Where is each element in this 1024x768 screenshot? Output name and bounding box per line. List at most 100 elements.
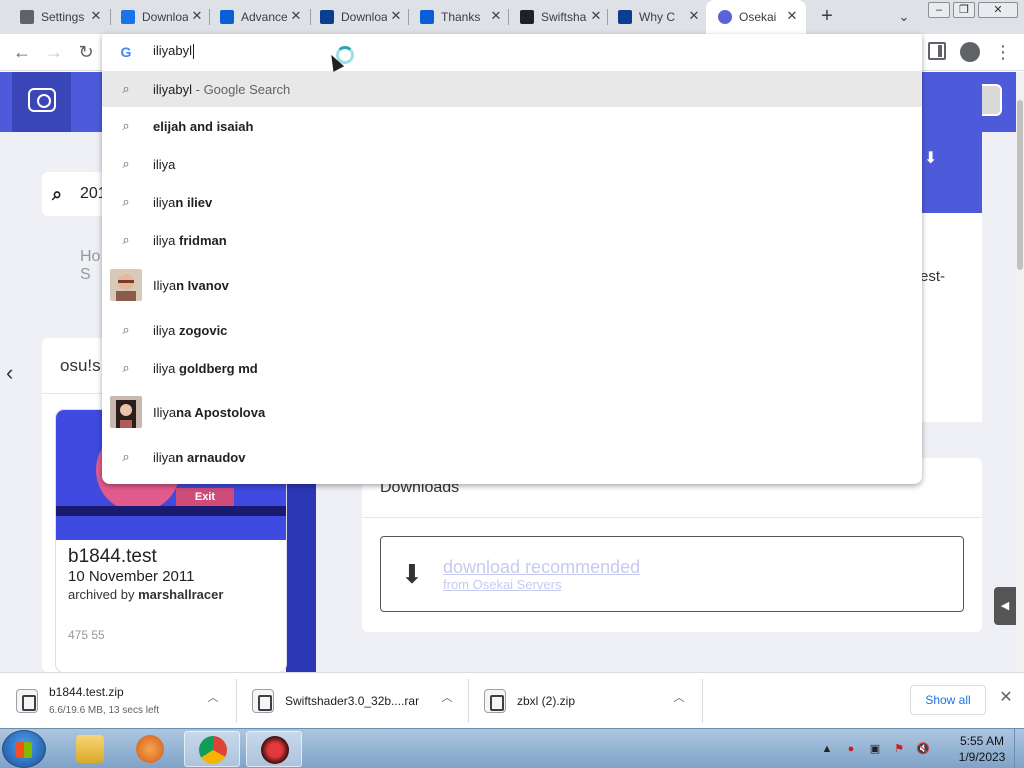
suggestion-text: iliya goldberg md [153,360,258,376]
tab-thanks[interactable]: Thanks ✕ [400,0,510,34]
chevron-up-icon[interactable]: ︿ [440,691,454,705]
search-icon: ⌕ [122,322,130,337]
chevron-left-icon[interactable]: ‹ [6,360,13,386]
chrome-taskbar-button[interactable] [184,731,240,767]
clock-date: 1/9/2023 [958,750,1006,764]
osekai-icon [718,10,732,24]
tab-title: Settings [41,10,85,24]
suggestion-text: Iliyana Apostolova [153,404,266,420]
explorer-taskbar-button[interactable] [62,731,118,767]
tab-title: Download [341,10,387,24]
suggestion-item[interactable]: ⌕ iliya goldberg md [102,349,922,387]
menu-icon[interactable]: ⋮ [993,40,1013,64]
chevron-up-icon[interactable]: ︿ [206,691,220,705]
suggestion-item[interactable]: ⌕ iliyan iliev [102,183,922,221]
restore-icon[interactable]: ❐ [953,2,975,18]
tab-advanced[interactable]: Advanced ✕ [200,0,310,34]
search-icon: ⌕ [122,156,130,171]
chevron-left-icon[interactable]: ◀ [994,587,1016,625]
suggestion-text: iliyan iliev [153,194,213,210]
start-button[interactable] [2,730,46,768]
settings-icon [20,10,34,24]
clock[interactable]: 5:55 AM 1/9/2023 [950,733,1014,765]
new-tab-icon[interactable]: + [817,6,837,26]
chevron-up-icon[interactable]: ︿ [672,691,686,705]
tab-download[interactable]: Download ✕ [300,0,410,34]
close-icon[interactable]: ✕ [998,690,1014,706]
flag-icon[interactable]: ⚑ [892,742,906,756]
show-desktop-button[interactable] [1014,729,1024,768]
suggestion-text: iliyabyl - Google Search [153,81,291,97]
security-icon[interactable]: ● [844,742,858,756]
show-all-button[interactable]: Show all [910,685,986,715]
tab-osekai[interactable]: Osekai ✕ [706,0,806,34]
suggestion-text: iliya zogovic [153,322,228,338]
thumbnail-exit-label: Exit [176,488,234,506]
forward-icon[interactable]: → [42,40,66,64]
tab-title: Swiftshader [541,10,587,24]
download-link[interactable]: download recommended [443,557,640,578]
address-bar[interactable]: G iliyabyl [102,34,922,71]
suggestion-text: iliya [153,156,176,172]
suggestion-item[interactable]: Iliyan Ivanov [102,259,922,311]
download-shelf: b1844.test.zip 6.6/19.6 MB, 13 secs left… [0,672,1024,728]
tab-title: Advanced [241,10,287,24]
tab-title: Downloads [142,10,188,24]
osekai-logo[interactable] [12,72,71,132]
download-item[interactable]: Swiftshader3.0_32b....rar ︿ [236,673,468,729]
network-icon[interactable]: ▣ [868,742,882,756]
download-item[interactable]: zbxl (2).zip ︿ [468,673,700,729]
window-close-icon[interactable]: ✕ [978,2,1018,18]
thumbnail-caption-bar [56,506,286,516]
suggestion-text: iliyan arnaudov [153,449,246,465]
person-avatar-image [110,396,142,428]
search-icon: ⌕ [52,184,63,204]
download-name: Swiftshader3.0_32b....rar [285,694,420,708]
download-recommended-button[interactable]: ⬇ download recommended from Osekai Serve… [380,536,964,612]
back-icon[interactable]: ← [10,40,34,64]
suggestion-item[interactable]: ⌕ iliya fridman [102,221,922,259]
beatmap-stats: 475 55 [68,628,105,642]
beatmap-date: 10 November 2011 [68,568,195,585]
page-scrollbar[interactable] [1016,72,1024,672]
media-player-taskbar-button[interactable] [122,731,178,767]
download-item[interactable]: b1844.test.zip 6.6/19.6 MB, 13 secs left… [0,673,234,729]
scroll-thumb[interactable] [1017,100,1023,270]
downloads-card: Downloads ⬇ download recommended from Os… [362,458,982,632]
download-source: from Osekai Servers [443,577,562,592]
address-input[interactable]: iliyabyl [153,43,195,60]
tab-downloads[interactable]: Downloads ✕ [101,0,211,34]
volume-icon[interactable]: 🔇 [916,742,930,756]
tray-expand-icon[interactable]: ▲ [820,742,834,756]
reload-icon[interactable]: ↻ [74,40,98,64]
tab-settings[interactable]: Settings ✕ [0,0,110,34]
side-panel-icon[interactable] [928,42,946,60]
close-icon[interactable]: ✕ [687,9,701,23]
suggestion-item[interactable]: ⌕ iliya [102,145,922,183]
shelf-separator [702,679,703,723]
download-icon: ⬇ [401,559,423,589]
close-icon[interactable]: ✕ [785,9,799,23]
osu-taskbar-button[interactable] [246,731,302,767]
search-icon: ⌕ [122,360,130,375]
edge-icon [420,10,434,24]
zip-file-icon [16,689,38,713]
suggestion-item[interactable]: ⌕ elijah and isaiah [102,107,922,145]
download-status: 6.6/19.6 MB, 13 secs left [49,705,160,716]
minimize-icon[interactable]: – [928,2,950,18]
suggestion-item[interactable]: Iliyana Apostolova [102,387,922,437]
tab-swiftshader[interactable]: Swiftshader ✕ [500,0,610,34]
tab-why[interactable]: Why C ✕ [598,0,708,34]
chevron-down-icon[interactable]: ⌄ [895,8,913,26]
suggestion-item[interactable]: ⌕ iliya zogovic [102,311,922,349]
suggestion-text: iliya fridman [153,232,227,248]
profile-icon[interactable] [960,42,980,62]
suggestion-item[interactable]: ⌕ iliyan arnaudov [102,437,922,477]
zip-file-icon [484,689,506,713]
person-avatar [110,269,142,301]
person-avatar [110,396,142,428]
download-icon [121,10,135,24]
download-icon[interactable]: ⬇ [924,148,937,168]
camera-icon [28,88,56,112]
suggestion-item[interactable]: ⌕ iliyabyl - Google Search [102,71,922,107]
